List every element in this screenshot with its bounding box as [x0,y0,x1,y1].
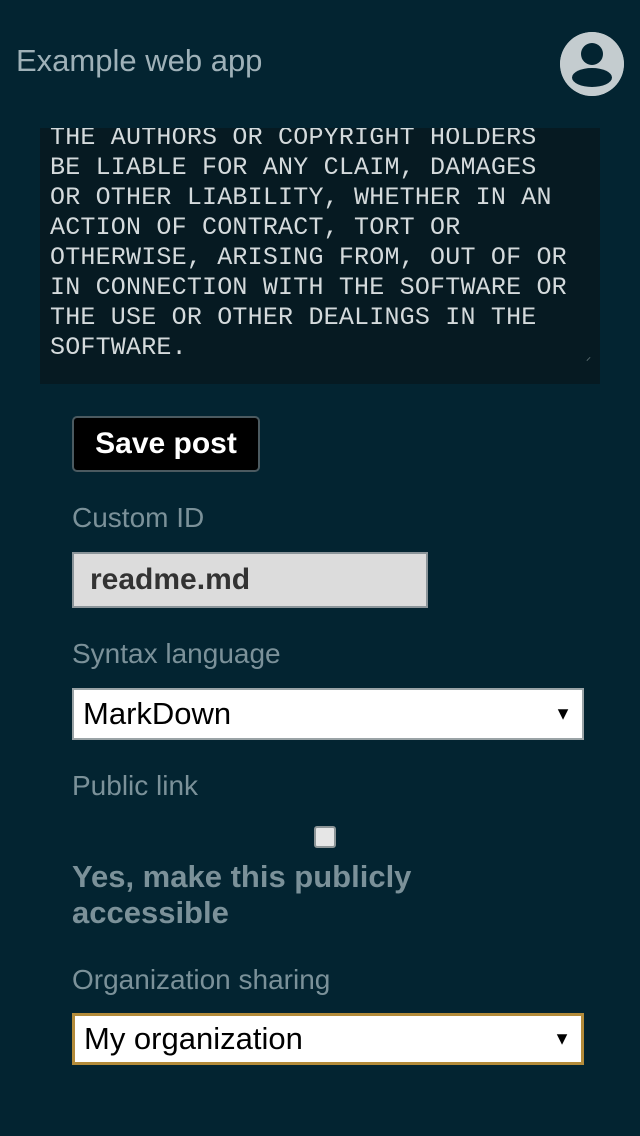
custom-id-label: Custom ID [72,502,205,533]
dropdown-arrow-icon: ▼ [553,1028,571,1049]
custom-id-input[interactable] [72,552,428,608]
code-editor[interactable]: THE AUTHORS OR COPYRIGHT HOLDERS BE LIAB… [40,128,600,384]
organization-sharing-select[interactable]: My organization ▼ [72,1013,584,1065]
app-title: Example web app [16,43,263,78]
public-link-label: Public link [72,770,199,801]
syntax-language-label: Syntax language [72,638,281,669]
public-link-checkbox-label[interactable]: Yes, make this publicly accessible [72,859,552,931]
syntax-language-select[interactable]: MarkDown ▼ [72,688,584,740]
account-avatar[interactable] [560,32,624,96]
syntax-language-value: MarkDown [83,696,232,731]
account-circle-icon [560,32,624,96]
resize-handle-icon[interactable]: ⸝ [586,353,594,363]
dropdown-arrow-icon: ▼ [554,703,572,724]
editor-content[interactable]: THE AUTHORS OR COPYRIGHT HOLDERS BE LIAB… [50,128,567,363]
public-link-checkbox[interactable] [314,826,336,848]
organization-sharing-label: Organization sharing [72,964,331,995]
organization-sharing-value: My organization [84,1021,303,1056]
save-post-button[interactable]: Save post [72,416,260,472]
